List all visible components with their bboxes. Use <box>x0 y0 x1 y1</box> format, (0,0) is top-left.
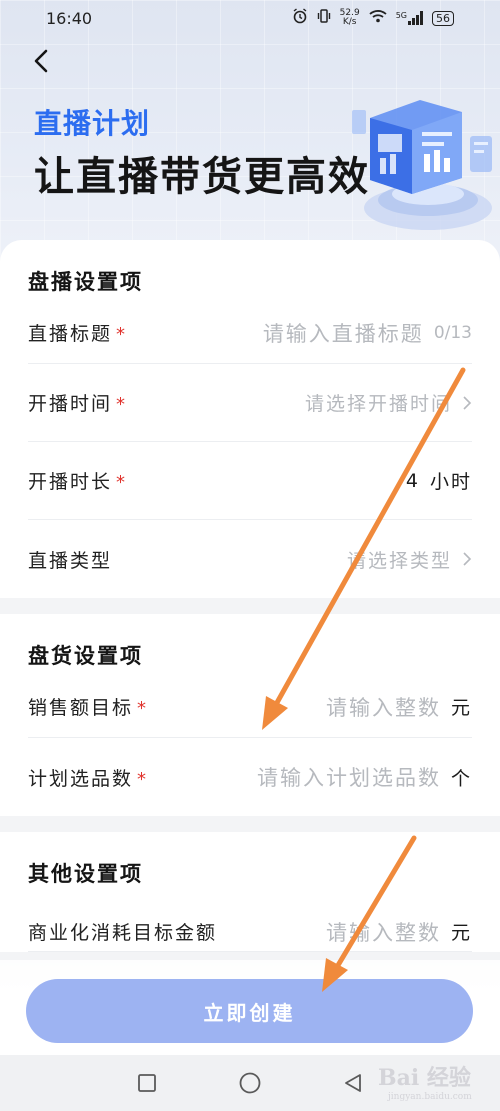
field-value[interactable]: 请输入计划选品数 个 <box>257 762 472 792</box>
field-value[interactable]: 请选择类型 <box>347 546 472 573</box>
chevron-right-icon <box>463 395 472 410</box>
vibrate-icon <box>316 8 332 28</box>
watermark-sub-text: jingyan.baidu.com <box>388 1092 472 1102</box>
char-counter: 0/13 <box>433 322 472 343</box>
field-label-text: 开播时长 <box>28 471 113 493</box>
required-mark: * <box>116 394 128 415</box>
battery-indicator: 56 <box>432 10 454 26</box>
required-mark: * <box>137 768 149 790</box>
live-type-picker[interactable]: 请选择类型 <box>347 546 452 573</box>
form-row-live-type[interactable]: 直播类型 请选择类型 <box>28 520 472 598</box>
field-label-text: 销售额目标 <box>28 697 134 719</box>
page-title: 让直播带货更高效 <box>34 154 370 200</box>
back-button[interactable] <box>26 46 56 76</box>
commercial-target-unit: 元 <box>450 922 472 944</box>
alarm-icon <box>292 8 308 28</box>
item-count-input[interactable]: 请输入计划选品数 <box>257 762 441 792</box>
watermark-main-text: Bai 经验 <box>378 1065 471 1091</box>
baidu-jingyan-watermark: Bai 经验 jingyan.baidu.com <box>378 1060 496 1106</box>
status-bar: 16:40 52.9 K/s 5G 56 <box>0 0 500 36</box>
field-label-text: 直播类型 <box>28 549 113 572</box>
status-time: 16:40 <box>46 8 93 28</box>
field-label-text: 计划选品数 <box>28 767 134 790</box>
start-time-picker[interactable]: 请选择开播时间 <box>305 389 452 416</box>
form-row-commercial-target[interactable]: 商业化消耗目标金额 请输入整数 元 <box>28 912 472 952</box>
item-count-unit: 个 <box>450 767 472 790</box>
form-row-duration[interactable]: 开播时长 * 4 小时 <box>28 442 472 520</box>
field-value[interactable]: 请输入整数 元 <box>326 692 472 722</box>
form-row-start-time[interactable]: 开播时间 * 请选择开播时间 <box>28 364 472 442</box>
field-value[interactable]: 请选择开播时间 <box>305 389 472 416</box>
commercial-target-input[interactable]: 请输入整数 <box>326 917 441 947</box>
triangle-back-icon <box>345 1074 362 1092</box>
home-button[interactable] <box>237 1070 263 1096</box>
live-title-input[interactable]: 请输入直播标题 <box>263 318 424 348</box>
recent-apps-button[interactable] <box>134 1070 160 1096</box>
sales-target-unit: 元 <box>450 697 472 719</box>
section-broadcast: 盘播设置项 直播标题 * 请输入直播标题 0/13 开播时间 * 请选择开播时间 开… <box>0 240 500 598</box>
chevron-right-icon <box>463 552 472 566</box>
create-now-button[interactable]: 立即创建 <box>26 979 473 1043</box>
signal-label: 5G <box>395 11 407 20</box>
field-label: 开播时长 * <box>28 467 127 494</box>
field-label: 直播类型 <box>28 546 112 573</box>
section-other: 其他设置项 商业化消耗目标金额 请输入整数 元 <box>0 832 500 952</box>
field-value[interactable]: 请输入整数 元 <box>326 917 472 947</box>
form-row-live-title[interactable]: 直播标题 * 请输入直播标题 0/13 <box>28 302 472 364</box>
page-subtitle: 直播计划 <box>34 107 151 140</box>
duration-value[interactable]: 4 <box>406 470 420 492</box>
duration-unit: 小时 <box>429 471 472 493</box>
required-mark: * <box>137 698 149 719</box>
cell-signal-icon: 5G <box>396 11 424 25</box>
form-row-sales-target[interactable]: 销售额目标 * 请输入整数 元 <box>28 676 472 738</box>
field-value[interactable]: 4 小时 <box>406 467 472 494</box>
chevron-left-icon <box>34 49 48 73</box>
field-label: 开播时间 * <box>28 389 127 416</box>
dashboard-illustration <box>352 100 492 230</box>
net-speed-unit: K/s <box>342 17 357 27</box>
field-label: 商业化消耗目标金额 <box>28 922 218 944</box>
form-row-item-count[interactable]: 计划选品数 * 请输入计划选品数 个 <box>28 738 472 816</box>
header-banner: 16:40 52.9 K/s 5G 56 直播计划 让直播带货更高效 <box>0 0 500 270</box>
system-back-button[interactable] <box>340 1070 366 1096</box>
status-icons: 52.9 K/s 5G 56 <box>292 8 454 28</box>
field-label: 销售额目标 * <box>28 693 148 720</box>
wifi-icon <box>368 8 388 28</box>
section-title: 其他设置项 <box>28 862 143 886</box>
square-icon <box>137 1074 156 1092</box>
field-label-text: 开播时间 <box>28 393 113 415</box>
required-mark: * <box>116 472 128 493</box>
section-goods: 盘货设置项 销售额目标 * 请输入整数 元 计划选品数 * 请输入计划选品数 个 <box>0 614 500 816</box>
field-label-text: 直播标题 <box>28 323 113 345</box>
circle-icon <box>239 1072 261 1094</box>
field-label: 直播标题 * <box>28 319 127 346</box>
required-mark: * <box>116 324 128 345</box>
field-value[interactable]: 请输入直播标题 0/13 <box>263 318 472 348</box>
sales-target-input[interactable]: 请输入整数 <box>326 692 441 722</box>
field-label: 计划选品数 * <box>28 764 148 791</box>
net-speed: 52.9 K/s <box>340 9 360 27</box>
